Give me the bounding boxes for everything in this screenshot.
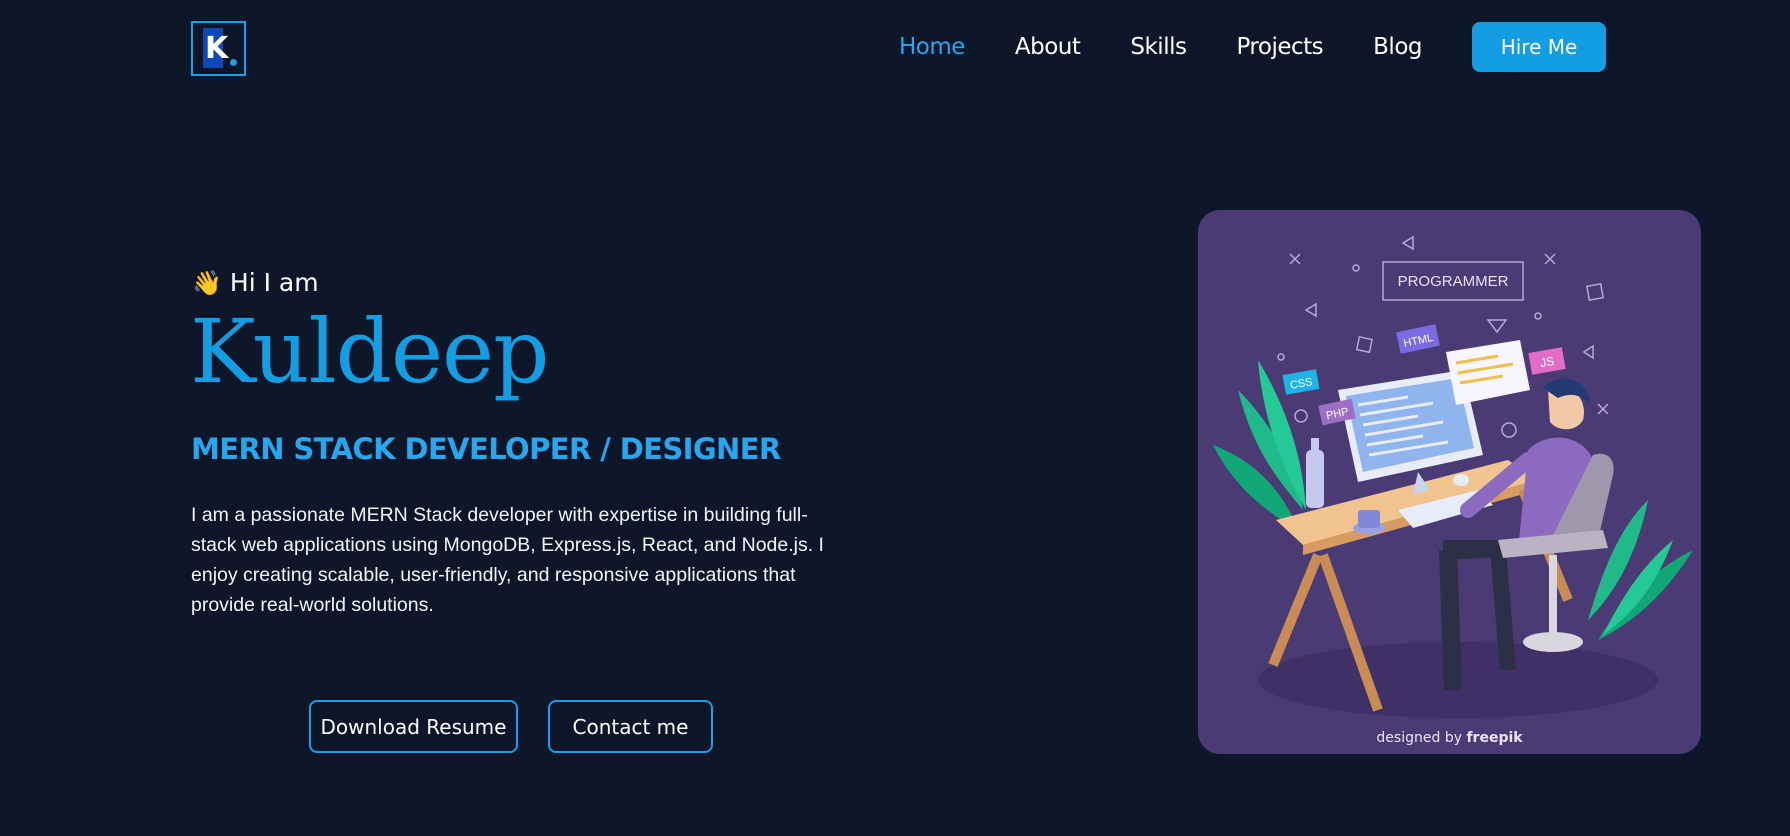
hero-illustration: PROGRAMMER HTML CSS PHP JS designed by f… <box>1198 210 1701 754</box>
hire-me-button[interactable]: Hire Me <box>1472 22 1606 72</box>
image-credit: designed by freepik <box>1198 730 1701 746</box>
main-nav: Home About Skills Projects Blog Hire Me <box>899 22 1606 72</box>
tag-js: JS <box>1539 354 1555 370</box>
nav-projects[interactable]: Projects <box>1236 34 1323 60</box>
logo[interactable]: K <box>191 21 246 76</box>
greeting: 👋 Hi I am <box>192 268 319 297</box>
logo-dot <box>230 59 237 66</box>
programmer-illustration: PROGRAMMER HTML CSS PHP JS <box>1213 235 1693 718</box>
download-resume-button[interactable]: Download Resume <box>309 700 518 753</box>
nav-home[interactable]: Home <box>899 34 965 60</box>
waving-hand-icon: 👋 <box>192 268 222 297</box>
nav-about[interactable]: About <box>1015 34 1081 60</box>
hero-name: Kuldeep <box>190 300 549 403</box>
hero-bio: I am a passionate MERN Stack developer w… <box>191 504 824 616</box>
logo-letter: K <box>205 31 229 66</box>
credit-brand: freepik <box>1466 730 1523 746</box>
greeting-text: Hi I am <box>229 268 319 297</box>
hero-role: MERN STACK DEVELOPER / DESIGNER <box>191 432 781 466</box>
nav-skills[interactable]: Skills <box>1130 34 1187 60</box>
credit-prefix: designed by <box>1376 730 1462 746</box>
programmer-sign: PROGRAMMER <box>1398 273 1509 290</box>
contact-me-button[interactable]: Contact me <box>548 700 713 753</box>
nav-blog[interactable]: Blog <box>1373 34 1422 60</box>
